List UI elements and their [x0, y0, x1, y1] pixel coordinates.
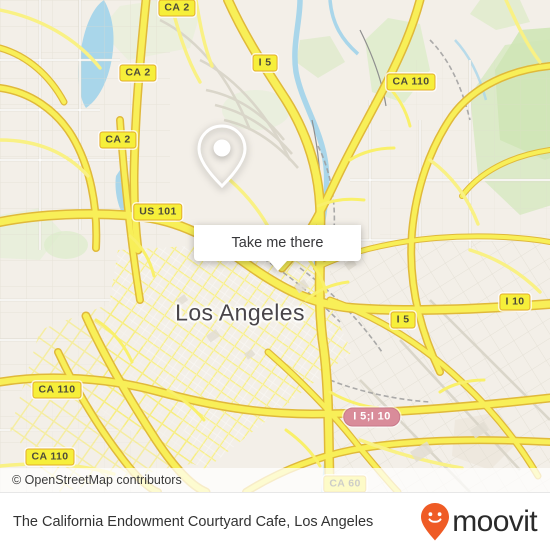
take-me-there-label: Take me there: [231, 235, 324, 251]
highway-shield: CA 110: [32, 381, 82, 399]
moovit-logo[interactable]: moovit: [420, 502, 550, 542]
place-popup-card[interactable]: Take me there: [194, 122, 361, 271]
attribution-text: © OpenStreetMap contributors: [12, 473, 182, 487]
moovit-smiley-pin-icon: [421, 503, 450, 541]
take-me-there-button[interactable]: Take me there: [194, 225, 361, 261]
highway-shield: CA 110: [386, 73, 436, 91]
map-attribution: © OpenStreetMap contributors: [0, 468, 550, 492]
city-label: Los Angeles: [175, 299, 305, 326]
highway-shield: US 101: [133, 203, 183, 221]
highway-shield: I 5;I 10: [343, 407, 401, 427]
highway-shield: CA 2: [119, 64, 157, 82]
moovit-wordmark: moovit: [452, 505, 537, 538]
highway-shield: I 5: [252, 54, 278, 72]
highway-shield: I 10: [499, 293, 531, 311]
popup-pointer: [268, 261, 287, 271]
footer-bar: The California Endowment Courtyard Cafe,…: [0, 492, 550, 550]
highway-shield: CA 2: [158, 0, 196, 17]
highway-shield: CA 2: [99, 131, 137, 149]
screenshot-root: Los Angeles CA 2 CA 2 CA 2 I 5 CA 110 US 101 I…: [0, 0, 550, 550]
highway-shield: I 5: [390, 311, 416, 329]
popup-header: [194, 122, 361, 225]
place-name: The California Endowment Courtyard Cafe,…: [13, 513, 374, 530]
map-pin-icon: [197, 124, 247, 189]
map-canvas[interactable]: Los Angeles CA 2 CA 2 CA 2 I 5 CA 110 US 101 I…: [0, 0, 550, 492]
highway-shield: CA 110: [25, 448, 75, 466]
